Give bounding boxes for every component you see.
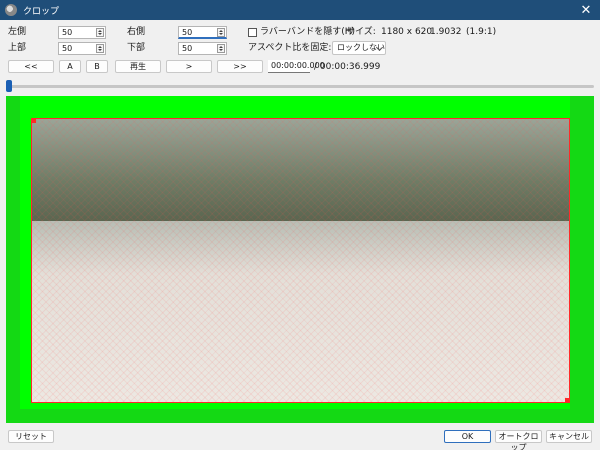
top-crop-value: 50 [62, 44, 73, 53]
b-point-button[interactable]: B [86, 60, 108, 73]
autocrop-button[interactable]: オートクロップ [495, 430, 542, 450]
seek-slider[interactable] [6, 80, 594, 92]
preview-area[interactable] [6, 96, 594, 423]
current-time-input[interactable]: 00:00:00.000 [268, 60, 325, 73]
bottom-label: 下部 [127, 43, 146, 53]
title-bar: クロップ ✕ [0, 0, 600, 20]
crop-handle-top-left[interactable] [32, 119, 36, 123]
play-button[interactable]: 再生 [115, 60, 161, 73]
left-margin-bar [6, 96, 20, 423]
app-icon [5, 4, 17, 16]
left-crop-value: 50 [62, 28, 73, 37]
lock-aspect-select[interactable]: ロックしない [332, 41, 386, 55]
crop-rectangle[interactable] [31, 118, 570, 403]
right-crop-input[interactable]: 50 [178, 26, 227, 39]
seek-track[interactable] [6, 85, 594, 88]
crop-overlay [32, 119, 569, 402]
top-label: 上部 [8, 43, 27, 53]
ratio-fraction: (1.9:1) [466, 27, 497, 37]
left-crop-input[interactable]: 50 [58, 26, 106, 39]
size-label: サイズ: [346, 27, 376, 37]
window-title: クロップ [23, 6, 60, 17]
ratio-value: 1.9032 [430, 27, 462, 37]
hide-rubberband-label[interactable]: ラバーバンドを隠す(H) [260, 26, 355, 38]
right-crop-value: 50 [182, 28, 193, 37]
a-point-button[interactable]: A [59, 60, 81, 73]
next-frame-button[interactable]: > [166, 60, 212, 73]
ok-button[interactable]: OK [444, 430, 491, 443]
right-label: 右側 [127, 27, 146, 37]
bottom-crop-input[interactable]: 50 [178, 42, 227, 55]
spin-arrows-icon[interactable] [96, 44, 104, 53]
duration-label: / 00:00:36.999 [314, 62, 381, 72]
cancel-button[interactable]: キャンセル [546, 430, 592, 443]
spin-arrows-icon[interactable] [96, 28, 104, 37]
rewind-button[interactable]: << [8, 60, 54, 73]
spin-arrows-icon[interactable] [217, 44, 225, 53]
bottom-crop-value: 50 [182, 44, 193, 53]
spin-arrows-icon[interactable] [217, 28, 225, 37]
hide-rubberband-checkbox[interactable] [248, 28, 257, 37]
crop-handle-bottom-right[interactable] [565, 398, 569, 402]
size-value: 1180 x 620 [381, 27, 433, 37]
top-crop-input[interactable]: 50 [58, 42, 106, 55]
bottom-margin-bar [6, 409, 594, 423]
fast-forward-button[interactable]: >> [217, 60, 263, 73]
close-icon[interactable]: ✕ [572, 0, 600, 20]
left-label: 左側 [8, 27, 27, 37]
reset-button[interactable]: リセット [8, 430, 54, 443]
right-margin-bar [570, 96, 594, 423]
lock-aspect-label: アスペクト比を固定: [248, 43, 332, 53]
seek-thumb[interactable] [6, 80, 12, 92]
